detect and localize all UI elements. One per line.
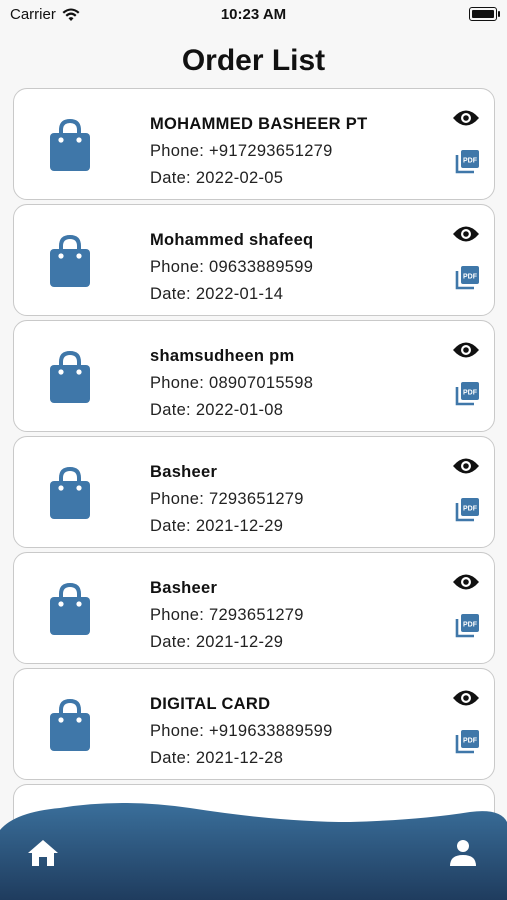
customer-phone: Phone: 7293651279 xyxy=(150,490,304,508)
customer-phone: Phone: +919633889599 xyxy=(150,722,333,740)
order-date: Date: 2022-02-05 xyxy=(150,169,284,187)
shopping-bag-icon xyxy=(50,699,90,751)
eye-icon[interactable] xyxy=(452,341,480,359)
shopping-bag-icon xyxy=(50,351,90,403)
svg-text:PDF: PDF xyxy=(463,274,478,281)
svg-text:PDF: PDF xyxy=(463,738,478,745)
customer-name: Basheer xyxy=(150,463,218,481)
person-icon[interactable] xyxy=(449,839,477,867)
pdf-icon[interactable]: PDF xyxy=(454,497,480,523)
eye-icon[interactable] xyxy=(452,457,480,475)
shopping-bag-icon xyxy=(50,583,90,635)
customer-name: Basheer xyxy=(150,579,218,597)
page-title: Order List xyxy=(181,44,326,77)
svg-text:PDF: PDF xyxy=(463,622,478,629)
status-time: 10:23 AM xyxy=(220,6,287,23)
customer-phone: Phone: 09633889599 xyxy=(150,258,314,276)
order-card[interactable]: MOHAMMED BASHEER PT Phone: +917293651279… xyxy=(13,88,495,200)
customer-phone: Phone: 7293651279 xyxy=(150,606,304,624)
svg-text:PDF: PDF xyxy=(463,158,478,165)
bottom-nav xyxy=(0,800,507,900)
battery-icon xyxy=(469,7,500,21)
shopping-bag-icon xyxy=(50,235,90,287)
order-list[interactable]: MOHAMMED BASHEER PT Phone: +917293651279… xyxy=(13,88,495,828)
order-card[interactable]: DIGITAL CARD Phone: +919633889599 Date: … xyxy=(13,668,495,780)
order-date: Date: 2021-12-29 xyxy=(150,633,284,651)
shopping-bag-icon xyxy=(50,467,90,519)
eye-icon[interactable] xyxy=(452,689,480,707)
svg-text:PDF: PDF xyxy=(463,390,478,397)
order-card[interactable]: Basheer Phone: 7293651279 Date: 2021-12-… xyxy=(13,436,495,548)
customer-name: MOHAMMED BASHEER PT xyxy=(150,115,368,133)
order-card[interactable]: Basheer Phone: 7293651279 Date: 2021-12-… xyxy=(13,552,495,664)
customer-name: DIGITAL CARD xyxy=(150,695,271,713)
order-card[interactable]: shamsudheen pm Phone: 08907015598 Date: … xyxy=(13,320,495,432)
pdf-icon[interactable]: PDF xyxy=(454,613,480,639)
order-date: Date: 2022-01-14 xyxy=(150,285,284,303)
order-date: Date: 2022-01-08 xyxy=(150,401,284,419)
customer-name: Mohammed shafeeq xyxy=(150,231,314,249)
customer-phone: Phone: +917293651279 xyxy=(150,142,333,160)
pdf-icon[interactable]: PDF xyxy=(454,381,480,407)
customer-phone: Phone: 08907015598 xyxy=(150,374,314,392)
nav-wave-background xyxy=(0,803,507,900)
eye-icon[interactable] xyxy=(452,225,480,243)
order-card[interactable]: Mohammed shafeeq Phone: 09633889599 Date… xyxy=(13,204,495,316)
customer-name: shamsudheen pm xyxy=(150,347,295,365)
pdf-icon[interactable]: PDF xyxy=(454,729,480,755)
eye-icon[interactable] xyxy=(452,109,480,127)
pdf-icon[interactable]: PDF xyxy=(454,149,480,175)
shopping-bag-icon xyxy=(50,119,90,171)
home-icon[interactable] xyxy=(27,839,59,867)
pdf-icon[interactable]: PDF xyxy=(454,265,480,291)
svg-text:PDF: PDF xyxy=(463,506,478,513)
order-date: Date: 2021-12-29 xyxy=(150,517,284,535)
status-bar: Carrier 10:23 AM xyxy=(0,0,507,30)
order-date: Date: 2021-12-28 xyxy=(150,749,284,767)
eye-icon[interactable] xyxy=(452,573,480,591)
